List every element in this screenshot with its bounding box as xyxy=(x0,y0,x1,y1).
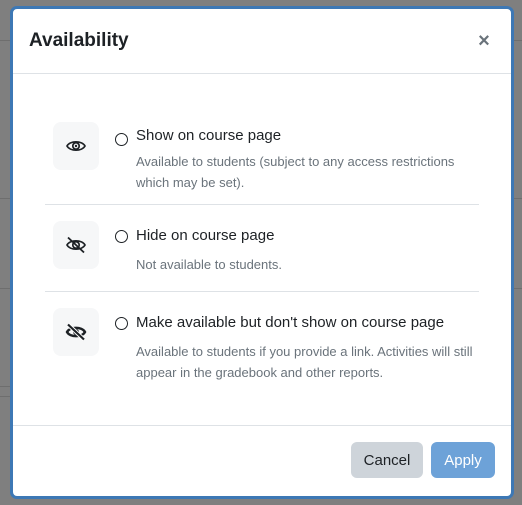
cancel-button[interactable]: Cancel xyxy=(351,442,423,478)
dialog-title: Availability xyxy=(29,30,129,51)
option-description: Not available to students. xyxy=(136,257,282,272)
show-radio[interactable] xyxy=(115,133,128,146)
dialog-footer: Cancel Apply xyxy=(13,425,511,496)
option-label: Show on course page xyxy=(136,127,282,144)
backdrop-divider xyxy=(514,288,522,289)
backdrop-divider xyxy=(0,386,10,387)
dialog-header: Availability × xyxy=(13,9,511,74)
option-label: Hide on course page xyxy=(136,227,275,244)
backdrop-divider xyxy=(514,40,522,41)
backdrop-divider xyxy=(0,288,10,289)
eye-slash-icon xyxy=(53,221,99,269)
dialog-body: Show on course page Available to student… xyxy=(13,74,511,430)
hide-radio[interactable] xyxy=(115,230,128,243)
eye-icon xyxy=(53,122,99,170)
close-button[interactable]: × xyxy=(473,30,495,52)
close-icon: × xyxy=(478,30,490,52)
option-hide-on-course-page[interactable]: Hide on course page Not available to stu… xyxy=(45,205,479,292)
backdrop-divider xyxy=(0,198,10,199)
option-description: Available to students if you provide a l… xyxy=(136,344,473,380)
backdrop-divider xyxy=(0,40,10,41)
option-show-on-course-page[interactable]: Show on course page Available to student… xyxy=(45,114,479,205)
availability-dialog: Availability × Show on course page Avail… xyxy=(10,6,514,499)
backdrop-divider xyxy=(514,198,522,199)
stealth-radio[interactable] xyxy=(115,317,128,330)
backdrop-divider xyxy=(0,396,10,397)
option-stealth[interactable]: Make available but don't show on course … xyxy=(45,292,479,402)
option-description: Available to students (subject to any ac… xyxy=(136,154,455,190)
apply-button[interactable]: Apply xyxy=(431,442,495,478)
eye-slash-bold-icon xyxy=(53,308,99,356)
option-label: Make available but don't show on course … xyxy=(136,314,445,331)
